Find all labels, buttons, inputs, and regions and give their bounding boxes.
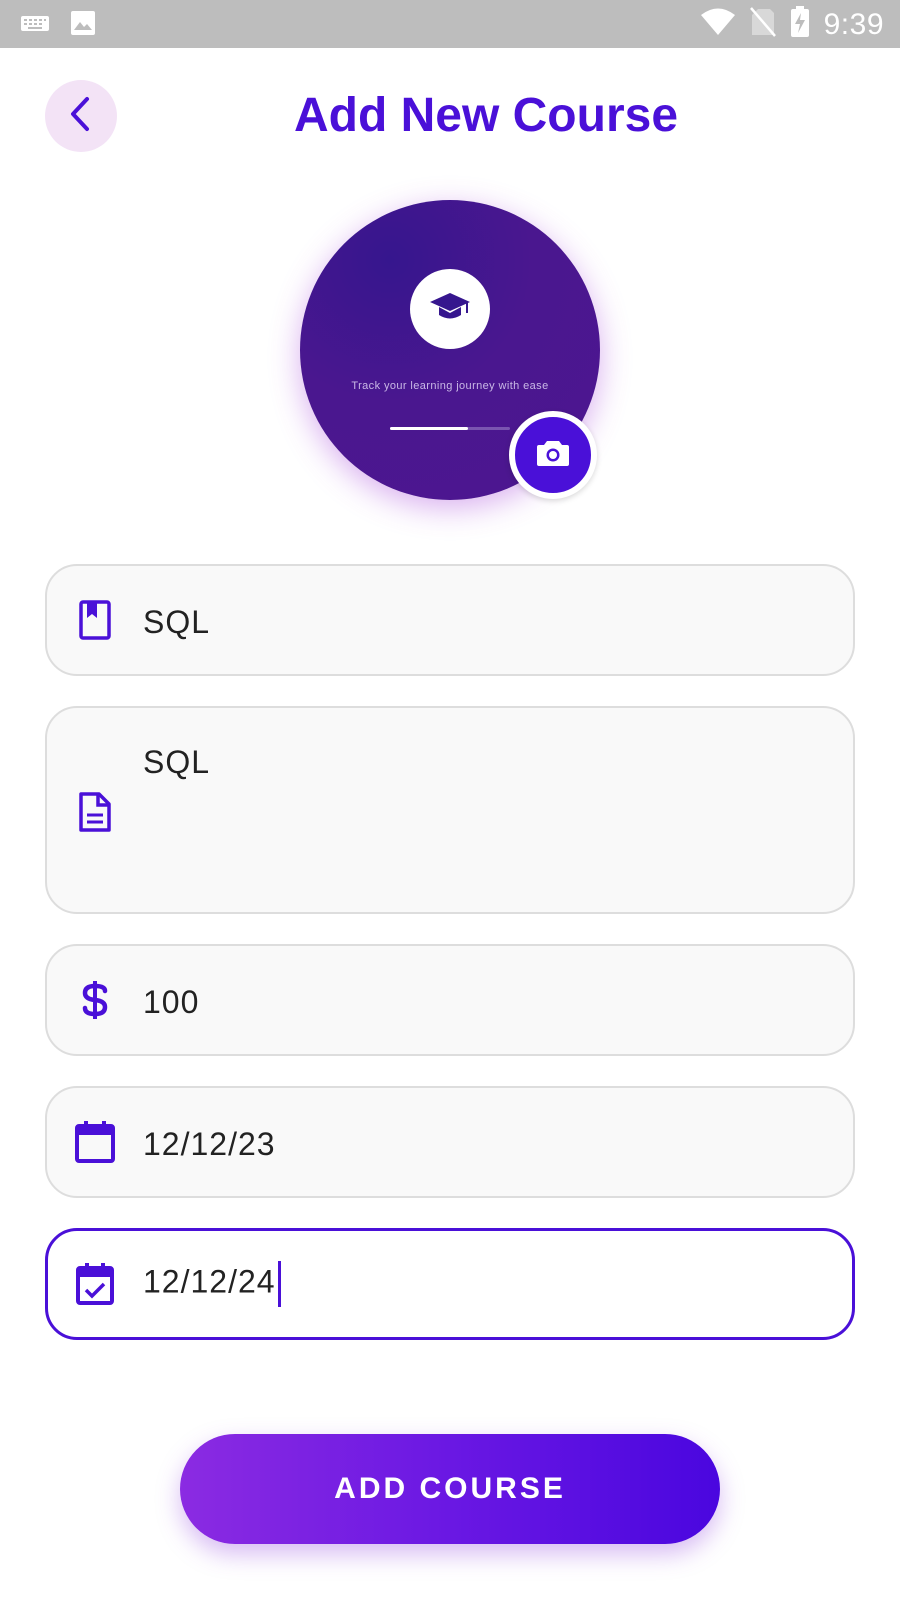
dollar-icon [73,978,117,1022]
end-date-input[interactable]: 12/12/24 [143,1261,281,1307]
end-date-field[interactable]: 12/12/24 [45,1228,855,1340]
cap-badge [410,269,490,349]
course-title-field[interactable]: SQL [45,564,855,676]
cover-caption: Track your learning journey with ease [351,380,549,392]
wifi-icon [700,7,736,42]
document-icon [73,790,117,834]
course-description-field[interactable]: SQL [45,706,855,914]
battery-charging-icon [790,6,810,43]
cover-progress-track [390,427,510,430]
start-date-value: 12/12/23 [143,1126,276,1162]
text-caret [277,1261,281,1307]
book-icon [73,598,117,642]
keyboard-icon [20,13,50,38]
course-price-value: 100 [143,984,200,1020]
start-date-field[interactable]: 12/12/23 [45,1086,855,1198]
graduation-cap-icon [428,289,472,330]
camera-icon [536,439,570,472]
cover-progress-fill [390,427,468,430]
no-sim-icon [749,7,776,42]
course-price-field[interactable]: 100 [45,944,855,1056]
calendar-icon [73,1120,117,1164]
status-bar: 9:39 [0,0,900,48]
add-course-button[interactable]: ADD COURSE [180,1434,720,1544]
course-description-value: SQL [143,744,211,780]
status-time: 9:39 [823,7,884,41]
course-title-value: SQL [143,604,211,640]
end-date-value: 12/12/24 [143,1263,276,1300]
image-icon [70,10,96,41]
calendar-check-icon [73,1262,117,1306]
page-title: Add New Course [293,89,679,142]
camera-button[interactable] [509,411,597,499]
course-image-picker[interactable]: Track your learning journey with ease [300,200,600,500]
